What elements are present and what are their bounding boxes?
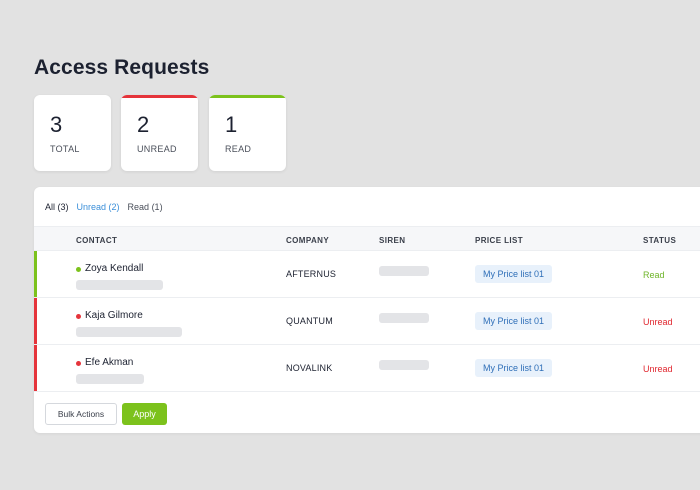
- stat-label: READ: [225, 144, 252, 154]
- price-list-badge[interactable]: My Price list 01: [475, 359, 553, 377]
- column-header-price-list[interactable]: PRICE LIST: [475, 236, 523, 245]
- tab-all[interactable]: All (3): [45, 202, 69, 212]
- stat-label: UNREAD: [137, 144, 177, 154]
- table-row[interactable]: Kaja Gilmore QUANTUM My Price list 01 Un…: [34, 298, 700, 345]
- stat-card-read: 1 READ: [209, 95, 286, 171]
- stat-accent-bar: [121, 95, 198, 98]
- table-row[interactable]: Efe Akman NOVALINK My Price list 01 Unre…: [34, 345, 700, 392]
- page-title: Access Requests: [34, 56, 210, 79]
- status-text: Unread: [643, 364, 673, 374]
- column-header-siren[interactable]: SIREN: [379, 236, 405, 245]
- filter-tabs: All (3) Unread (2) Read (1): [45, 202, 163, 212]
- price-list-badge[interactable]: My Price list 01: [475, 312, 553, 330]
- status-dot: [76, 267, 81, 272]
- price-list-badge[interactable]: My Price list 01: [475, 265, 553, 283]
- stat-value: 3: [50, 112, 63, 137]
- stat-value: 1: [225, 112, 238, 137]
- column-header-status[interactable]: STATUS: [643, 236, 676, 245]
- siren-placeholder: [379, 266, 429, 276]
- table-row[interactable]: Zoya Kendall AFTERNUS My Price list 01 R…: [34, 251, 700, 298]
- status-text: Unread: [643, 317, 673, 327]
- contact-detail-placeholder: [76, 327, 182, 337]
- company-name: AFTERNUS: [286, 269, 337, 279]
- contact-name[interactable]: Zoya Kendall: [85, 263, 143, 274]
- stat-value: 2: [137, 112, 150, 137]
- requests-table-panel: All (3) Unread (2) Read (1) CONTACT COMP…: [34, 187, 700, 433]
- tab-read[interactable]: Read (1): [128, 202, 163, 212]
- contact-name[interactable]: Efe Akman: [85, 357, 133, 368]
- company-name: NOVALINK: [286, 363, 333, 373]
- stat-label: TOTAL: [50, 144, 80, 154]
- row-status-indicator: [34, 345, 37, 391]
- stat-accent-bar: [34, 95, 111, 98]
- column-header-contact[interactable]: CONTACT: [76, 236, 117, 245]
- row-status-indicator: [34, 298, 37, 344]
- column-header-company[interactable]: COMPANY: [286, 236, 329, 245]
- siren-placeholder: [379, 360, 429, 370]
- bulk-actions-button[interactable]: Bulk Actions: [45, 403, 117, 425]
- company-name: QUANTUM: [286, 316, 333, 326]
- contact-name[interactable]: Kaja Gilmore: [85, 310, 143, 321]
- status-text: Read: [643, 270, 665, 280]
- status-dot: [76, 314, 81, 319]
- contact-detail-placeholder: [76, 374, 144, 384]
- contact-detail-placeholder: [76, 280, 163, 290]
- status-dot: [76, 361, 81, 366]
- stat-card-total: 3 TOTAL: [34, 95, 111, 171]
- tab-unread[interactable]: Unread (2): [77, 202, 120, 212]
- row-status-indicator: [34, 251, 37, 297]
- siren-placeholder: [379, 313, 429, 323]
- table-header: CONTACT COMPANY SIREN PRICE LIST STATUS: [34, 226, 700, 251]
- stat-accent-bar: [209, 95, 286, 98]
- apply-button[interactable]: Apply: [122, 403, 167, 425]
- stat-card-unread: 2 UNREAD: [121, 95, 198, 171]
